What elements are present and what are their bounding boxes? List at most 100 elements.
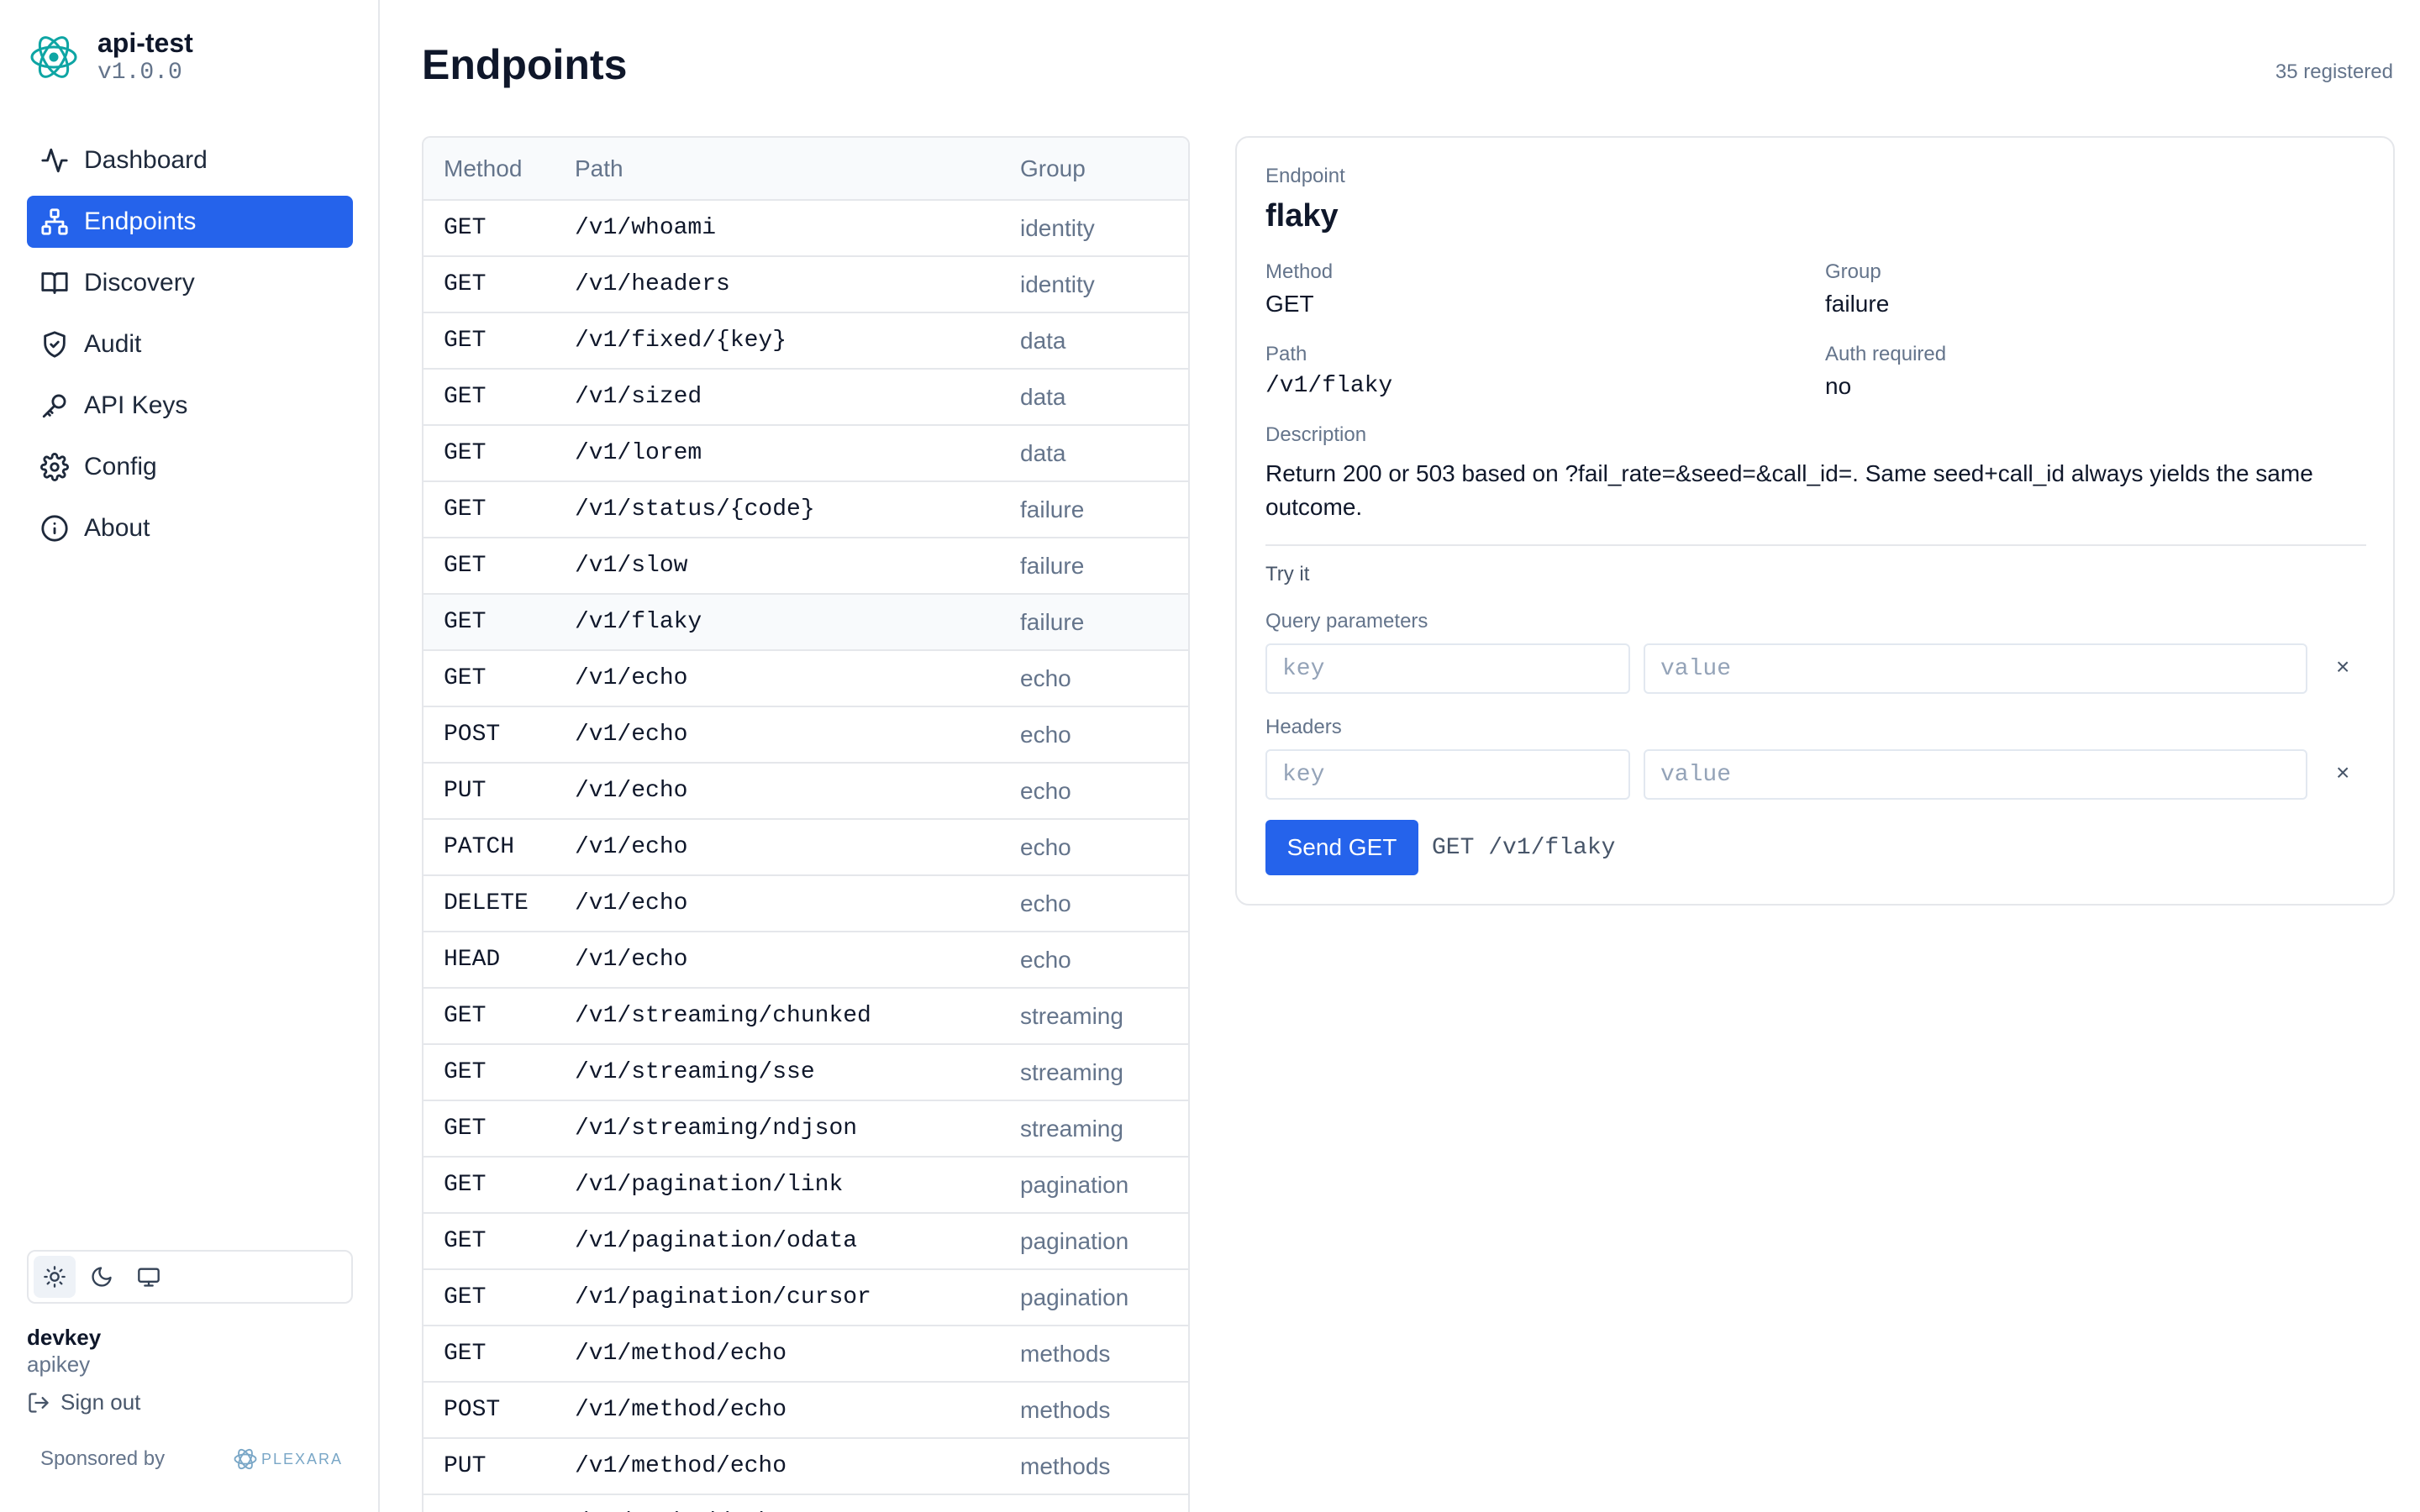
table-row[interactable]: HEAD/v1/echo echo (424, 932, 1188, 989)
table-row[interactable]: GET/v1/slow failure (424, 538, 1188, 595)
light-theme-button[interactable] (34, 1256, 76, 1298)
sun-icon (44, 1266, 66, 1288)
table-row[interactable]: PATCH/v1/method/echomethods (424, 1494, 1188, 1512)
table-row[interactable]: DELETE/v1/echo echo (424, 875, 1188, 932)
sign-out-label: Sign out (60, 1389, 141, 1415)
brand[interactable]: api-test v1.0.0 (27, 27, 193, 87)
table-row[interactable]: GET/v1/status/{code} failure (424, 481, 1188, 538)
cell-group: echo (1020, 763, 1188, 820)
sidebar-item-api-keys[interactable]: API Keys (27, 380, 353, 432)
cell-method: GET (424, 1269, 575, 1326)
cell-path: /v1/lorem (575, 425, 1020, 482)
header-key-input[interactable]: key (1265, 749, 1630, 800)
query-value-input[interactable]: value (1644, 643, 2307, 694)
table-row[interactable]: GET/v1/method/echo methods (424, 1326, 1188, 1383)
cell-group: pagination (1020, 1213, 1188, 1270)
theme-switcher (27, 1250, 353, 1304)
cell-method: HEAD (424, 932, 575, 989)
sign-out-button[interactable]: Sign out (27, 1389, 140, 1415)
table-row[interactable]: GET/v1/flaky failure (424, 594, 1188, 651)
sidebar-item-endpoints[interactable]: Endpoints (27, 196, 353, 248)
table-row[interactable]: PUT/v1/method/echo methods (424, 1438, 1188, 1495)
table-row[interactable]: GET/v1/pagination/cursor pagination (424, 1269, 1188, 1326)
cell-group: methods (1020, 1382, 1188, 1439)
table-row[interactable]: GET/v1/fixed/{key} data (424, 312, 1188, 370)
cell-method: POST (424, 706, 575, 764)
cell-path: /v1/method/echo (575, 1326, 1020, 1383)
cell-path: /v1/echo (575, 932, 1020, 989)
table-row[interactable]: GET/v1/whoami identity (424, 200, 1188, 257)
dark-theme-button[interactable] (81, 1256, 123, 1298)
sign-out-icon (29, 1392, 49, 1413)
table-row[interactable]: PATCH/v1/echo echo (424, 819, 1188, 876)
auth-required-label: Auth required (1825, 343, 1947, 365)
cell-path: /v1/pagination/odata (575, 1213, 1020, 1270)
cell-group: identity (1020, 200, 1188, 257)
cell-path: /v1/headers (575, 256, 1020, 313)
sidebar-item-about[interactable]: About (27, 502, 353, 554)
moon-icon (92, 1267, 112, 1287)
query-key-input[interactable]: key (1265, 643, 1630, 694)
table-row[interactable]: GET/v1/echo echo (424, 650, 1188, 707)
cell-path: /v1/echo (575, 819, 1020, 876)
shield-icon (44, 331, 66, 358)
cell-group: data (1020, 425, 1188, 482)
header-value-input[interactable]: value (1644, 749, 2307, 800)
table-row[interactable]: POST/v1/method/echo methods (424, 1382, 1188, 1439)
cell-path: /v1/method/echo (575, 1438, 1020, 1495)
table-row[interactable]: GET/v1/pagination/link pagination (424, 1157, 1188, 1214)
table-row[interactable]: GET/v1/headers identity (424, 256, 1188, 313)
cell-group: methods (1020, 1326, 1188, 1383)
endpoint-name: flaky (1265, 198, 1339, 234)
description-text: Return 200 or 503 based on ?fail_rate=&s… (1265, 460, 2313, 520)
cell-group: echo (1020, 932, 1188, 989)
table-row[interactable]: PUT/v1/echo echo (424, 763, 1188, 820)
cell-path: /v1/pagination/link (575, 1157, 1020, 1214)
divider (1265, 544, 2366, 546)
sidebar-item-label: Endpoints (84, 207, 197, 235)
cell-method: PUT (424, 1438, 575, 1495)
sitemap-icon (41, 208, 68, 235)
sidebar-item-label: Config (84, 453, 157, 480)
table-body: GET/v1/whoami identity GET/v1/headers ident… (424, 200, 1188, 1512)
table-row[interactable]: GET/v1/streaming/sse streaming (424, 1044, 1188, 1101)
table-row[interactable]: GET/v1/lorem data (424, 425, 1188, 482)
table-header-row: Method Path Group (424, 138, 1188, 201)
path-label: Path (1265, 343, 1307, 365)
sidebar-item-config[interactable]: Config (27, 441, 353, 493)
cell-method: POST (424, 1382, 575, 1439)
sidebar-nav: Dashboard Endpoints Discovery Audit API … (27, 134, 353, 564)
table-row[interactable]: POST/v1/echo echo (424, 706, 1188, 764)
cell-path: /v1/method/echo (575, 1494, 1020, 1512)
table-row[interactable]: GET/v1/streaming/chunked streaming (424, 988, 1188, 1045)
column-header-group: Group (1020, 138, 1188, 201)
table-row[interactable]: GET/v1/streaming/ndjson streaming (424, 1100, 1188, 1158)
description-label: Description (1265, 423, 1367, 446)
cell-group: data (1020, 312, 1188, 370)
sidebar: api-test v1.0.0 Dashboard Endpoints Disc… (0, 0, 380, 1512)
sponsor-logo[interactable]: PLEXARA (233, 1446, 343, 1472)
table-row[interactable]: GET/v1/sized data (424, 369, 1188, 426)
cell-method: PATCH (424, 1494, 575, 1512)
cell-method: PATCH (424, 819, 575, 876)
sidebar-item-dashboard[interactable]: Dashboard (27, 134, 353, 186)
remove-header-button[interactable]: × (2336, 759, 2349, 786)
sidebar-item-discovery[interactable]: Discovery (27, 257, 353, 309)
remove-query-param-button[interactable]: × (2336, 654, 2349, 680)
user-info: devkey apikey (27, 1324, 101, 1378)
cell-method: GET (424, 256, 575, 313)
endpoint-detail-panel: Endpoint flaky Method GET Group failure … (1235, 136, 2395, 906)
cell-group: methods (1020, 1494, 1188, 1512)
system-theme-button[interactable] (128, 1256, 170, 1298)
auth-required-value: no (1825, 373, 1852, 399)
cell-group: failure (1020, 538, 1188, 595)
cell-method: GET (424, 1100, 575, 1158)
main-content: Endpoints 35 registered Method Path Grou… (380, 0, 2420, 1512)
cell-path: /v1/sized (575, 369, 1020, 426)
table-row[interactable]: GET/v1/pagination/odata pagination (424, 1213, 1188, 1270)
cell-method: GET (424, 1213, 575, 1270)
send-request-button[interactable]: Send GET (1265, 820, 1418, 875)
cell-path: /v1/streaming/chunked (575, 988, 1020, 1045)
gear-icon (40, 453, 69, 481)
sidebar-item-audit[interactable]: Audit (27, 318, 353, 370)
